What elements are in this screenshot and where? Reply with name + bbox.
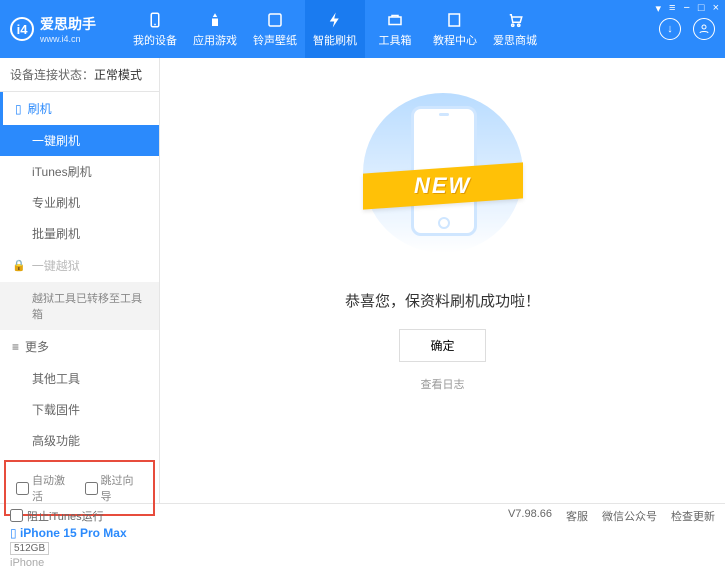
- footer-update[interactable]: 检查更新: [671, 508, 715, 524]
- logo-icon: i4: [10, 17, 34, 41]
- device-type: iPhone: [10, 557, 149, 569]
- confirm-button[interactable]: 确定: [399, 329, 485, 362]
- menu-icon[interactable]: ▾: [656, 2, 662, 15]
- device-storage: 512GB: [10, 542, 49, 555]
- close-icon[interactable]: ×: [713, 2, 719, 15]
- lock-icon: 🔒: [12, 259, 26, 272]
- maximize-icon[interactable]: □: [698, 2, 705, 15]
- device-status: 设备连接状态：正常模式: [0, 58, 159, 92]
- nav-apps[interactable]: 应用游戏: [185, 0, 245, 58]
- nav-toolbox[interactable]: 工具箱: [365, 0, 425, 58]
- cart-icon: [505, 10, 525, 30]
- minimize-icon[interactable]: −: [683, 2, 689, 15]
- nav-ringtones[interactable]: 铃声壁纸: [245, 0, 305, 58]
- main-panel: NEW 恭喜您，保资料刷机成功啦！ 确定 查看日志: [160, 58, 725, 503]
- apps-icon: [205, 10, 225, 30]
- sidebar-item-batch[interactable]: 批量刷机: [0, 218, 159, 249]
- sidebar-section-more[interactable]: ≡ 更多: [0, 330, 159, 363]
- sidebar-item-download-fw[interactable]: 下载固件: [0, 394, 159, 425]
- version-label: V7.98.66: [508, 508, 552, 524]
- phone-icon: ▯: [15, 102, 22, 116]
- block-itunes-checkbox[interactable]: 阻止iTunes运行: [10, 508, 104, 524]
- device-small-icon: ▯: [10, 526, 17, 540]
- sidebar-section-flash[interactable]: ▯ 刷机: [0, 92, 159, 125]
- footer-wechat[interactable]: 微信公众号: [602, 508, 657, 524]
- app-header: i4 爱思助手 www.i4.cn 我的设备 应用游戏 铃声壁纸 智能刷机 工具…: [0, 0, 725, 58]
- download-icon[interactable]: ↓: [659, 18, 681, 40]
- sidebar-item-oneclick[interactable]: 一键刷机: [0, 125, 159, 156]
- device-name: iPhone 15 Pro Max: [20, 526, 127, 540]
- success-message: 恭喜您，保资料刷机成功啦！: [345, 290, 540, 311]
- app-title: 爱思助手: [40, 14, 96, 34]
- device-icon: [145, 10, 165, 30]
- nav-tutorials[interactable]: 教程中心: [425, 0, 485, 58]
- auto-activate-checkbox[interactable]: 自动激活: [16, 472, 75, 504]
- sidebar-section-jailbreak[interactable]: 🔒 一键越狱: [0, 249, 159, 282]
- nav-flash[interactable]: 智能刷机: [305, 0, 365, 58]
- sidebar: 设备连接状态：正常模式 ▯ 刷机 一键刷机 iTunes刷机 专业刷机 批量刷机…: [0, 58, 160, 503]
- flash-icon: [325, 10, 345, 30]
- settings-icon[interactable]: ≡: [669, 2, 675, 15]
- skip-guide-checkbox[interactable]: 跳过向导: [85, 472, 144, 504]
- device-info: ▯ iPhone 15 Pro Max 512GB iPhone: [0, 520, 159, 575]
- nav-store[interactable]: 爱思商城: [485, 0, 545, 58]
- logo: i4 爱思助手 www.i4.cn: [10, 14, 125, 44]
- list-icon: ≡: [12, 340, 19, 354]
- sidebar-jailbreak-note[interactable]: 越狱工具已转移至工具箱: [0, 282, 159, 330]
- toolbox-icon: [385, 10, 405, 30]
- user-icon[interactable]: [693, 18, 715, 40]
- footer-support[interactable]: 客服: [566, 508, 588, 524]
- view-log-link[interactable]: 查看日志: [421, 376, 465, 392]
- sidebar-item-itunes[interactable]: iTunes刷机: [0, 156, 159, 187]
- nav-my-device[interactable]: 我的设备: [125, 0, 185, 58]
- sidebar-item-pro[interactable]: 专业刷机: [0, 187, 159, 218]
- sidebar-item-advanced[interactable]: 高级功能: [0, 425, 159, 456]
- wallpaper-icon: [265, 10, 285, 30]
- book-icon: [445, 10, 465, 30]
- sidebar-item-othertools[interactable]: 其他工具: [0, 363, 159, 394]
- window-controls: ▾ ≡ − □ ×: [656, 2, 719, 15]
- success-illustration: NEW: [343, 88, 543, 268]
- top-nav: 我的设备 应用游戏 铃声壁纸 智能刷机 工具箱 教程中心 爱思商城: [125, 0, 545, 58]
- app-url: www.i4.cn: [40, 34, 96, 44]
